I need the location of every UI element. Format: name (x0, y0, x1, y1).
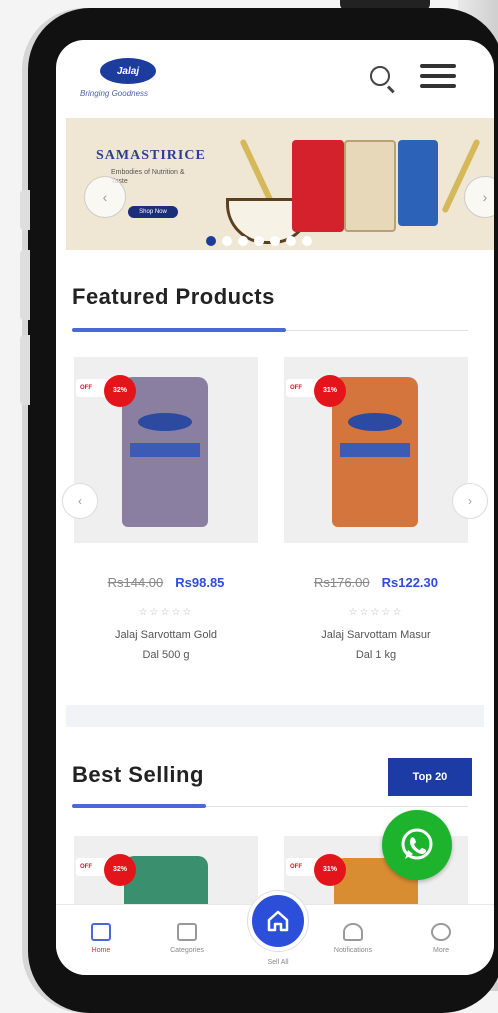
product-name-line: Jalaj Sarvottam Gold (114, 629, 218, 641)
app-header: Jalaj Bringing Goodness (56, 40, 494, 115)
carousel-dot[interactable] (238, 236, 248, 246)
nav-label: More (433, 947, 449, 954)
nav-label: Home (91, 947, 111, 954)
product-bag-image (122, 377, 208, 527)
product-pack-image (398, 140, 438, 226)
product-pack-image (344, 140, 396, 232)
banner-prev-arrow-icon[interactable]: ‹ (84, 176, 126, 218)
logo-text: Jalaj (116, 65, 140, 77)
section-divider (72, 328, 468, 332)
product-name-line: Dal 500 g (142, 649, 190, 661)
home-icon (267, 910, 289, 932)
best-selling-title: Best Selling (72, 762, 204, 787)
carousel-next-arrow-icon[interactable]: › (452, 483, 488, 519)
banner-shop-button[interactable]: Shop Now (128, 206, 178, 218)
old-price: Rs144.00 (107, 575, 164, 590)
product-name[interactable]: Jalaj Sarvottam Gold Dal 500 g (86, 625, 246, 665)
carousel-dot[interactable] (302, 236, 312, 246)
product-pack-image (292, 140, 344, 232)
product-image: OFF 31% (284, 357, 468, 543)
featured-products-title: Featured Products (72, 284, 275, 309)
top-20-button[interactable]: Top 20 (388, 758, 472, 796)
discount-badge: 32% (104, 854, 136, 886)
nav-label-sell-all: Sell All (267, 959, 289, 966)
product-name-line: Dal 1 kg (355, 649, 397, 661)
discount-badge: 31% (314, 854, 346, 886)
carousel-dot[interactable] (222, 236, 232, 246)
carousel-dot[interactable] (286, 236, 296, 246)
product-card[interactable]: OFF 32% Rs144.00 Rs98.85 ☆☆☆☆☆ Jalaj Sarv… (74, 357, 258, 687)
carousel-dot-active[interactable] (206, 236, 216, 246)
sale-price: Rs122.30 (381, 575, 439, 590)
whatsapp-icon (401, 828, 433, 860)
brand-tagline: Bringing Goodness (80, 89, 149, 98)
price-row: Rs176.00 Rs122.30 (284, 575, 468, 590)
carousel-dot[interactable] (254, 236, 264, 246)
whatsapp-chat-button[interactable] (382, 810, 452, 880)
nav-item-more[interactable]: More (406, 913, 476, 954)
phone-volume-up (20, 250, 30, 320)
product-card[interactable]: OFF 31% Rs176.00 Rs122.30 ☆☆☆☆☆ Jalaj Sar… (284, 357, 468, 687)
old-price: Rs176.00 (313, 575, 370, 590)
category-icon (177, 923, 197, 941)
product-name[interactable]: Jalaj Sarvottam Masur Dal 1 kg (296, 625, 456, 665)
section-divider (72, 804, 468, 808)
product-image: OFF 32% (74, 357, 258, 543)
hamburger-menu-icon[interactable] (420, 64, 456, 92)
rating-stars: ☆☆☆☆☆ (138, 607, 194, 618)
nav-item-notifications[interactable]: Notifications (318, 913, 388, 954)
nav-label: Categories (170, 947, 204, 954)
product-name-line: Jalaj Sarvottam Masur (321, 629, 431, 641)
banner-title: SAMASTIRICE (96, 148, 206, 163)
section-spacer (66, 705, 484, 727)
discount-badge: 32% (104, 375, 136, 407)
more-icon (431, 923, 451, 941)
brand-logo[interactable]: Jalaj (100, 58, 156, 84)
product-bag-image (332, 377, 418, 527)
discount-badge: 31% (314, 375, 346, 407)
bell-icon (343, 923, 363, 941)
nav-label: Notifications (333, 947, 373, 954)
rating-stars: ☆☆☆☆☆ (348, 607, 404, 618)
app-screen: Jalaj Bringing Goodness SAMASTIRICE Embo… (56, 40, 494, 975)
phone-volume-down (20, 335, 30, 405)
nav-item-home[interactable]: Home (66, 913, 136, 954)
banner-next-arrow-icon[interactable]: › (464, 176, 494, 218)
carousel-dots (206, 236, 312, 246)
home-outline-icon (91, 923, 111, 941)
search-icon[interactable] (370, 66, 390, 86)
bottom-navigation: Home Categories Sell All Notifications M… (56, 891, 494, 975)
center-home-button[interactable] (248, 891, 308, 951)
promo-banner[interactable]: SAMASTIRICE Embodies of Nutrition & Tast… (66, 118, 494, 250)
nav-item-categories[interactable]: Categories (152, 913, 222, 954)
carousel-dot[interactable] (270, 236, 280, 246)
phone-side-button (20, 190, 30, 230)
sale-price: Rs98.85 (175, 575, 225, 590)
price-row: Rs144.00 Rs98.85 (74, 575, 258, 590)
banner-subtitle: Embodies of Nutrition & Taste (111, 169, 185, 185)
carousel-prev-arrow-icon[interactable]: ‹ (62, 483, 98, 519)
